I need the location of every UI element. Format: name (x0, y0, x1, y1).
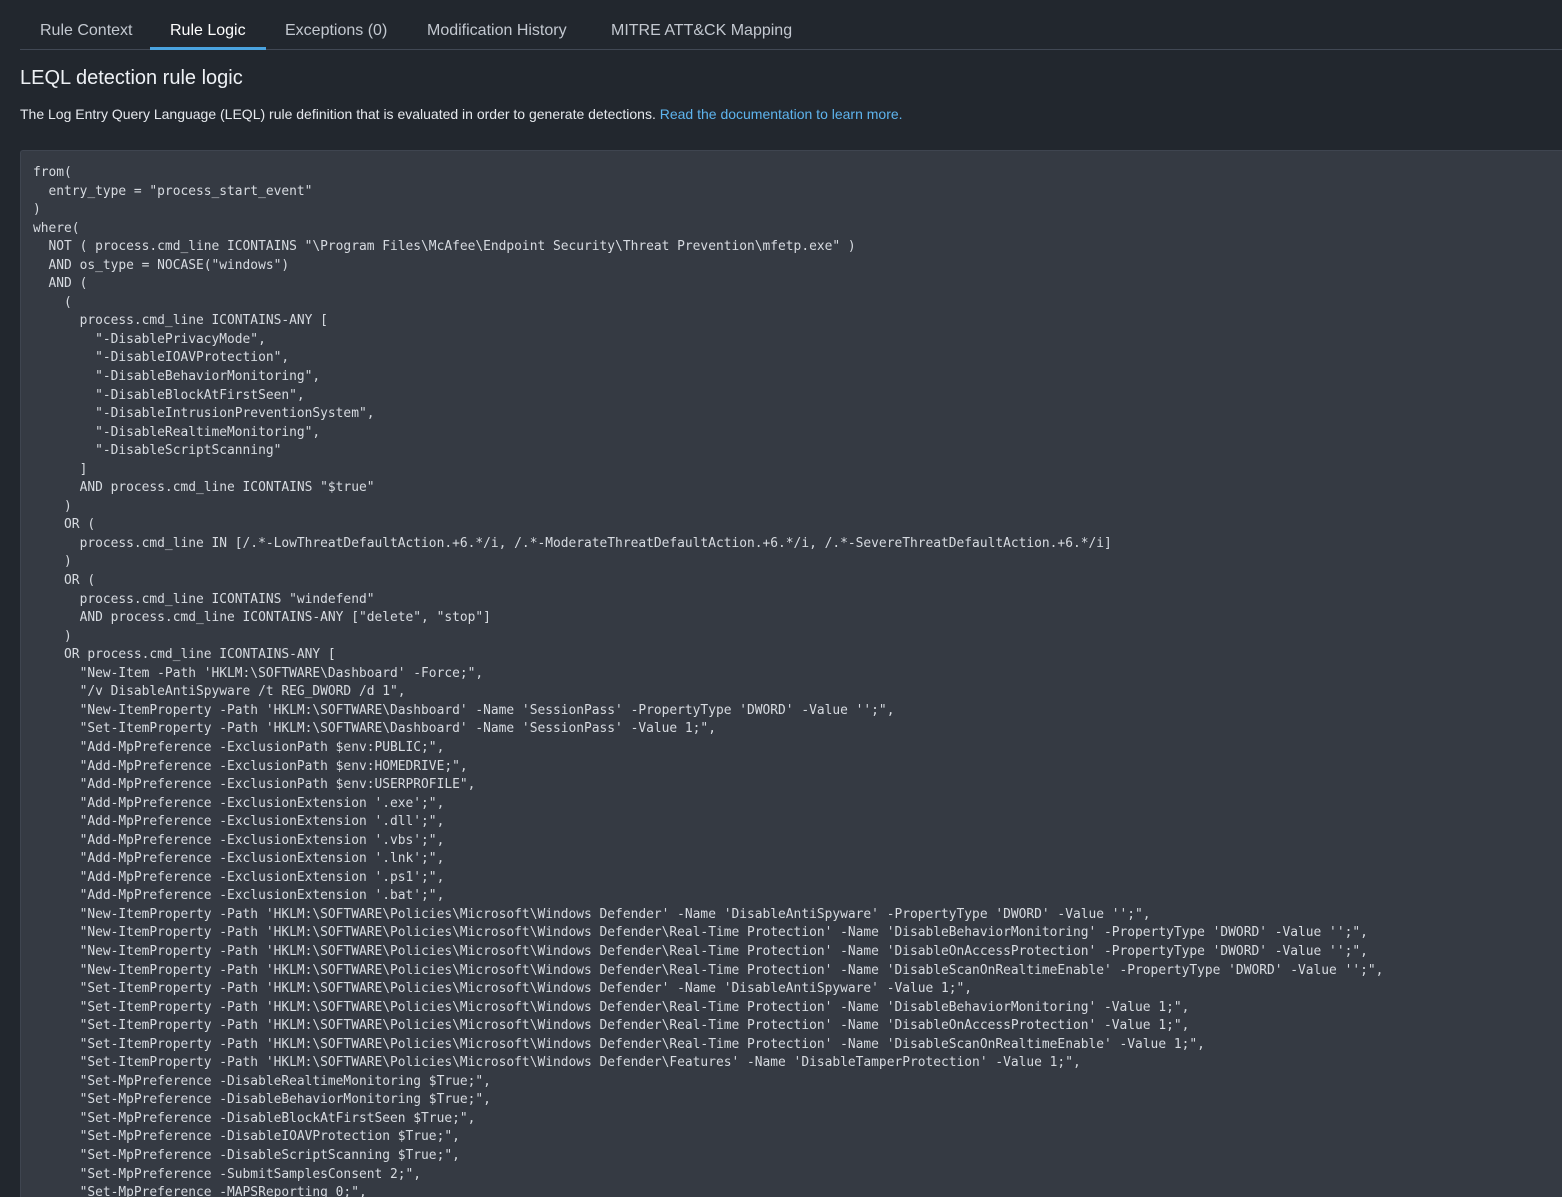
tab-rule-logic[interactable]: Rule Logic (150, 0, 266, 50)
tab-modification-history[interactable]: Modification History (407, 0, 587, 50)
tab-label: Exceptions (0) (285, 22, 388, 39)
tab-label: MITRE ATT&CK Mapping (611, 22, 793, 39)
section-title: LEQL detection rule logic (20, 67, 243, 89)
description-text: The Log Entry Query Language (LEQL) rule… (20, 106, 660, 122)
leql-code[interactable]: from( entry_type = "process_start_event"… (33, 164, 1383, 1197)
tab-rule-context[interactable]: Rule Context (20, 0, 153, 50)
tab-bar: Rule Context Rule Logic Exceptions (0) M… (20, 0, 1562, 50)
tab-label: Rule Logic (170, 22, 246, 39)
tab-label: Rule Context (40, 22, 133, 39)
section-description: The Log Entry Query Language (LEQL) rule… (20, 106, 903, 122)
tab-label: Modification History (427, 22, 567, 39)
tab-mitre-attack-mapping[interactable]: MITRE ATT&CK Mapping (591, 0, 812, 50)
code-panel[interactable]: from( entry_type = "process_start_event"… (20, 150, 1562, 1197)
tab-exceptions[interactable]: Exceptions (0) (265, 0, 407, 50)
documentation-link[interactable]: Read the documentation to learn more. (660, 106, 903, 122)
